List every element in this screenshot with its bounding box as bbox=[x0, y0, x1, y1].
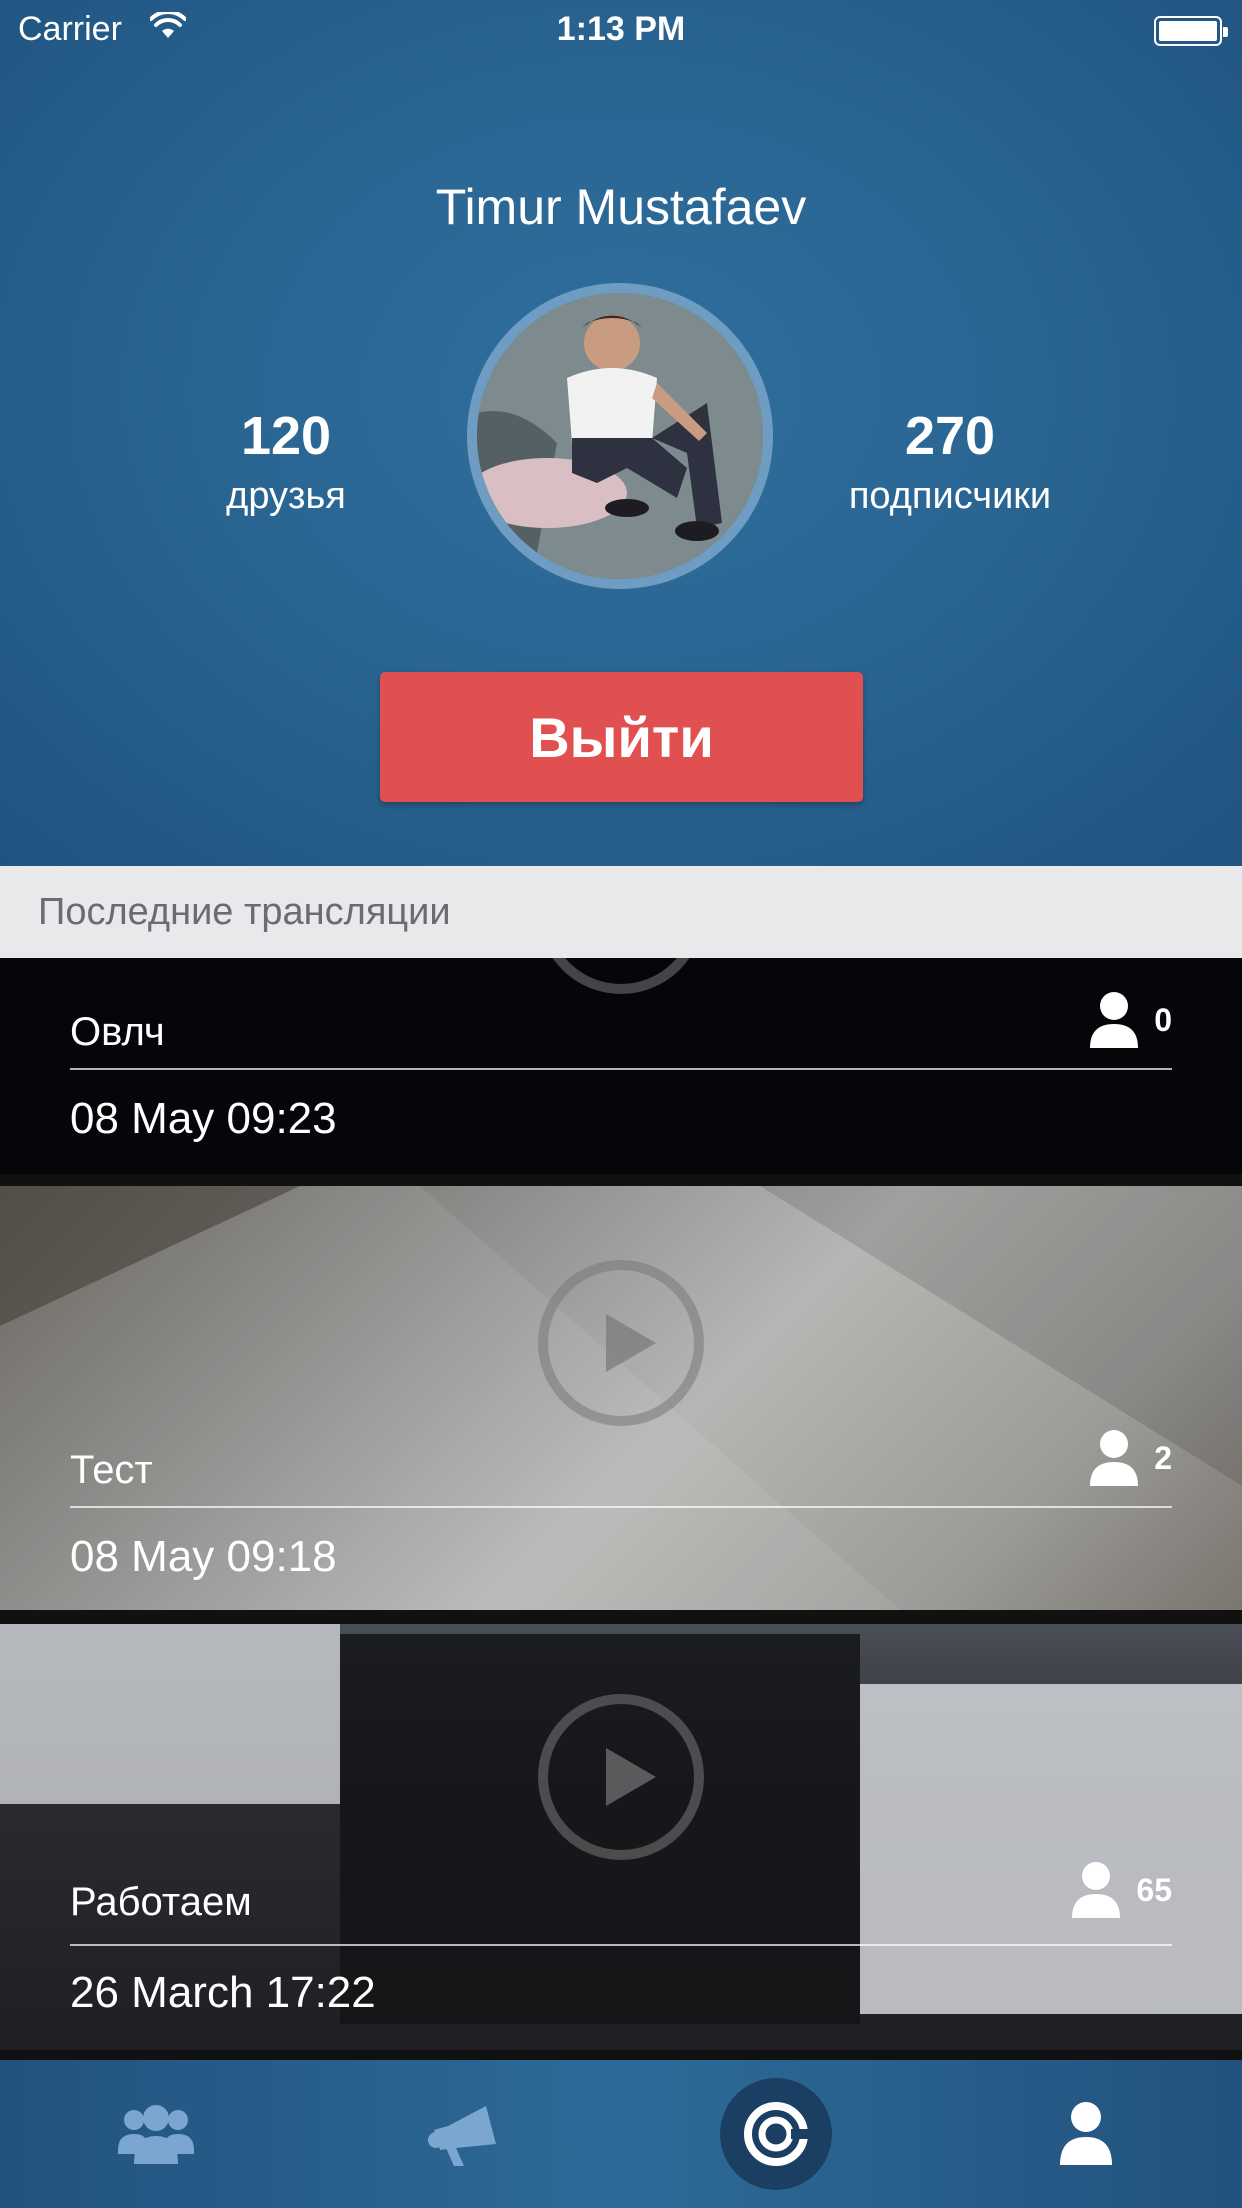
friends-count: 120 bbox=[240, 406, 332, 466]
broadcast-card[interactable]: Овлч 0 08 May 09:23 bbox=[0, 958, 1242, 1174]
broadcast-title: Работаем bbox=[70, 1880, 252, 1924]
broadcast-title: Тест bbox=[70, 1448, 153, 1492]
video-thumbnail-left bbox=[0, 1624, 340, 1804]
broadcast-title: Овлч bbox=[70, 1010, 165, 1054]
viewer-count-value: 2 bbox=[1154, 1439, 1172, 1476]
viewer-icon bbox=[1072, 1862, 1121, 1918]
video-thumbnail-right bbox=[860, 1684, 1242, 2014]
megaphone-icon bbox=[428, 2106, 496, 2166]
card-divider bbox=[70, 1506, 1172, 1508]
friends-stat[interactable]: 120 друзья bbox=[186, 405, 386, 518]
broadcast-date: 26 March 17:22 bbox=[70, 1968, 376, 2017]
play-icon[interactable] bbox=[538, 1694, 704, 1860]
broadcast-card[interactable]: Тест 2 08 May 09:18 bbox=[0, 1186, 1242, 1610]
battery-icon bbox=[1154, 16, 1228, 46]
broadcast-card[interactable]: Работаем 65 26 March 17:22 bbox=[0, 1624, 1242, 2050]
followers-label: подписчики bbox=[848, 475, 1052, 517]
viewer-count-value: 0 bbox=[1154, 1001, 1172, 1038]
followers-stat[interactable]: 270 подписчики bbox=[810, 405, 1090, 518]
live-broadcast-icon bbox=[744, 2102, 811, 2166]
friends-icon bbox=[118, 2105, 194, 2164]
tab-friends[interactable] bbox=[56, 2060, 256, 2208]
viewer-count: 65 bbox=[1070, 1860, 1172, 1920]
card-divider bbox=[70, 1944, 1172, 1946]
profile-icon bbox=[1060, 2102, 1112, 2165]
play-icon[interactable] bbox=[538, 958, 704, 994]
viewer-count: 0 bbox=[1088, 990, 1172, 1050]
tab-bar bbox=[0, 2060, 1242, 2208]
broadcast-date: 08 May 09:18 bbox=[70, 1532, 337, 1581]
tab-profile[interactable] bbox=[986, 2060, 1186, 2208]
status-bar: Carrier 1:13 PM bbox=[0, 0, 1242, 60]
viewer-count-value: 65 bbox=[1136, 1871, 1172, 1908]
viewer-count: 2 bbox=[1088, 1428, 1172, 1488]
viewer-icon bbox=[1090, 992, 1139, 1048]
play-icon[interactable] bbox=[538, 1260, 704, 1426]
section-title: Последние трансляции bbox=[0, 866, 1242, 958]
live-tab-active-bg bbox=[720, 2078, 832, 2190]
tab-live[interactable] bbox=[676, 2060, 876, 2208]
viewer-icon bbox=[1090, 1430, 1139, 1486]
avatar[interactable] bbox=[467, 283, 773, 589]
card-divider bbox=[70, 1068, 1172, 1070]
tab-broadcasts[interactable] bbox=[364, 2060, 564, 2208]
logout-button[interactable]: Выйти bbox=[380, 672, 863, 802]
broadcast-date: 08 May 09:23 bbox=[70, 1094, 337, 1143]
profile-header: Carrier 1:13 PM Timur Mustafaev 120 друз… bbox=[0, 0, 1242, 866]
status-time: 1:13 PM bbox=[556, 10, 686, 48]
friends-label: друзья bbox=[226, 475, 346, 517]
profile-name: Timur Mustafaev bbox=[435, 179, 807, 235]
avatar-photo bbox=[477, 293, 763, 579]
followers-count: 270 bbox=[904, 406, 996, 466]
